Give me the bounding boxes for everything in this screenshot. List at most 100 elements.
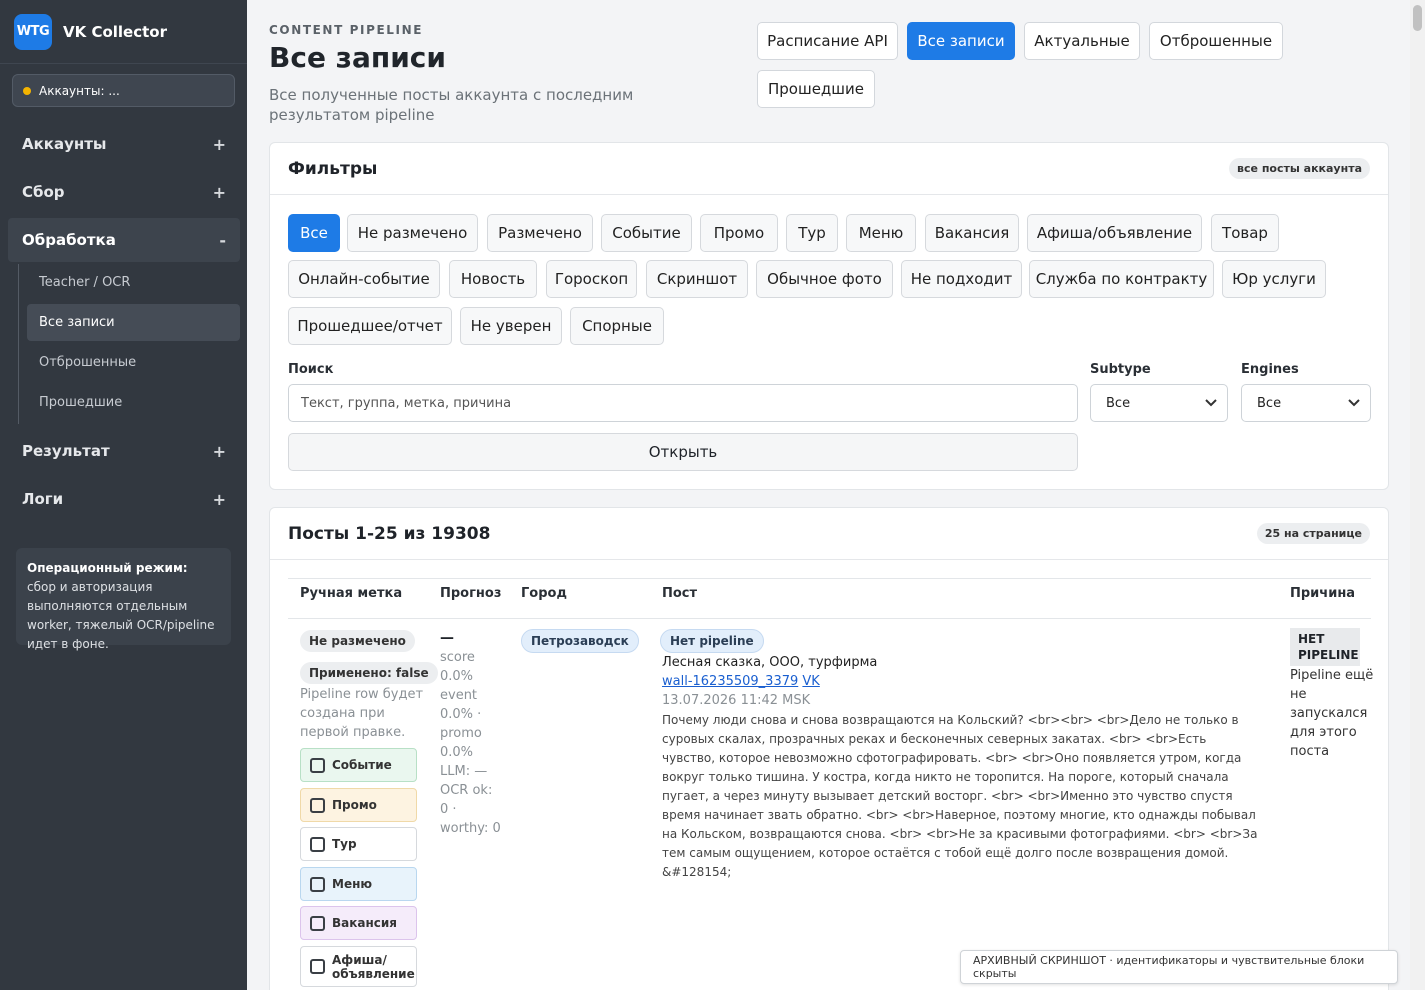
subnav-item-all-records[interactable]: Все записи (27, 304, 240, 341)
rejected-button[interactable]: Отброшенные (1149, 22, 1283, 60)
filter-chip-unlabeled[interactable]: Не размечено (347, 214, 478, 252)
label-checkbox-poster[interactable]: Афиша/ объявление (300, 946, 417, 987)
nav-section-label: Аккаунты (22, 135, 107, 153)
filter-chip-poster[interactable]: Афиша/объявление (1027, 214, 1202, 252)
collapse-icon: - (219, 230, 226, 250)
column-header-reason: Причина (1290, 586, 1356, 601)
subtype-label: Subtype (1090, 362, 1151, 377)
subtype-value: Все (1106, 395, 1131, 411)
filter-chip-tour[interactable]: Тур (786, 214, 838, 252)
subtype-select[interactable]: Все (1090, 384, 1228, 422)
label-checkbox-vacancy[interactable]: Вакансия (300, 906, 417, 940)
checkbox-icon (310, 959, 325, 974)
api-schedule-button[interactable]: Расписание API (757, 22, 898, 60)
subnav-item-rejected[interactable]: Отброшенные (27, 344, 240, 381)
filter-chip-contract-service[interactable]: Служба по контракту (1029, 260, 1214, 298)
forecast-line: score (440, 650, 475, 665)
scrollbar-thumb[interactable] (1413, 5, 1422, 31)
sidebar: WTG VK Collector Аккаунты: ... Аккаунты … (0, 0, 247, 990)
label-checkbox-tour[interactable]: Тур (300, 827, 417, 861)
posts-card: Посты 1-25 из 19308 25 на странице Ручна… (269, 507, 1389, 990)
per-page-badge: 25 на странице (1256, 523, 1370, 544)
archive-notice: АРХИВНЫЙ СКРИНШОТ · идентификаторы и чув… (960, 950, 1398, 984)
passed-button[interactable]: Прошедшие (757, 70, 875, 108)
filter-chip-event[interactable]: Событие (601, 214, 692, 252)
filter-chip-online-event[interactable]: Онлайн-событие (288, 260, 440, 298)
nav-section-label: Сбор (22, 183, 65, 201)
post-date: 13.07.2026 11:42 MSK (662, 693, 811, 708)
posts-title: Посты 1-25 из 19308 (288, 523, 491, 544)
engines-select[interactable]: Все (1241, 384, 1371, 422)
filter-chip-past-report[interactable]: Прошедшее/отчет (288, 307, 452, 345)
checkbox-label: Вакансия (332, 916, 398, 930)
filter-chip-not-fit[interactable]: Не подходит (901, 260, 1022, 298)
filter-chip-menu[interactable]: Меню (846, 214, 916, 252)
expand-icon: + (212, 134, 226, 154)
filters-title: Фильтры (288, 158, 378, 179)
expand-icon: + (212, 182, 226, 202)
filter-chip-legal-services[interactable]: Юр услуги (1222, 260, 1326, 298)
filter-chip-goods[interactable]: Товар (1211, 214, 1279, 252)
chevron-down-icon (1348, 399, 1360, 407)
filter-chip-news[interactable]: Новость (449, 260, 537, 298)
forecast-line: LLM: — (440, 764, 488, 779)
open-button[interactable]: Открыть (288, 433, 1078, 471)
subnav-item-passed[interactable]: Прошедшие (27, 384, 240, 421)
column-header-city: Город (521, 586, 567, 601)
expand-icon: + (212, 489, 226, 509)
filter-chip-all[interactable]: Все (288, 214, 340, 252)
nav-section-accounts[interactable]: Аккаунты + (8, 122, 240, 166)
nav-section-result[interactable]: Результат + (8, 429, 240, 473)
app-name: VK Collector (63, 22, 167, 41)
note-text: сбор и авторизация выполняются отдельным… (27, 580, 215, 651)
vk-link[interactable]: VK (802, 674, 819, 689)
nav-section-collect[interactable]: Сбор + (8, 170, 240, 214)
filter-chip-vacancy[interactable]: Вакансия (925, 214, 1019, 252)
forecast-line: 0.0% · (440, 707, 482, 722)
filter-chip-horoscope[interactable]: Гороскоп (546, 260, 637, 298)
checkbox-label: Афиша/ объявление (332, 952, 415, 981)
filter-chip-not-sure[interactable]: Не уверен (460, 307, 562, 345)
table-top-divider (288, 578, 1371, 579)
table-header-divider (288, 618, 1371, 619)
applied-tag: Применено: false (300, 662, 438, 684)
checkbox-icon (310, 797, 325, 813)
actual-button[interactable]: Актуальные (1024, 22, 1140, 60)
post-text: Почему люди снова и снова возвращаются н… (662, 713, 1258, 879)
filter-chip-screenshot[interactable]: Скриншот (646, 260, 748, 298)
account-selector-label: Аккаунты: ... (39, 83, 120, 98)
column-header-post: Пост (662, 586, 698, 601)
subnav-processing: Teacher / OCR Все записи Отброшенные Про… (18, 264, 240, 424)
page-subtitle: Все полученные посты аккаунта с последни… (269, 86, 634, 124)
wall-link[interactable]: wall-16235509_3379 (662, 674, 798, 689)
filters-header: Фильтры все посты аккаунта (270, 143, 1388, 195)
label-checkbox-menu[interactable]: Меню (300, 867, 417, 901)
nav-section-label: Результат (22, 442, 110, 460)
account-selector[interactable]: Аккаунты: ... (12, 74, 235, 107)
forecast-line: worthy: 0 (440, 821, 501, 836)
page-scrollbar[interactable] (1410, 0, 1425, 990)
nav-section-processing[interactable]: Обработка - (8, 218, 240, 262)
label-checkbox-event[interactable]: Событие (300, 748, 417, 782)
filter-chip-labeled[interactable]: Размечено (487, 214, 593, 252)
filter-chip-disputed[interactable]: Спорные (570, 307, 664, 345)
chevron-down-icon (1205, 399, 1217, 407)
all-records-button[interactable]: Все записи (907, 22, 1015, 60)
filters-scope-badge: все посты аккаунта (1229, 158, 1370, 179)
forecast-line: 0 · (440, 802, 457, 817)
expand-icon: + (212, 441, 226, 461)
subnav-item-teacher-ocr[interactable]: Teacher / OCR (27, 264, 240, 301)
posts-header: Посты 1-25 из 19308 25 на странице (270, 508, 1388, 560)
app-logo: WTG (14, 13, 52, 50)
filter-chip-promo[interactable]: Промо (700, 214, 778, 252)
forecast-line: 0.0% (440, 669, 474, 684)
label-checkbox-promo[interactable]: Промо (300, 788, 417, 822)
reason-text: Pipeline ещё не запускался для этого пос… (1290, 668, 1374, 759)
nav-section-logs[interactable]: Логи + (8, 477, 240, 521)
filter-chip-regular-photo[interactable]: Обычное фото (756, 260, 893, 298)
forecast-line: promo (440, 726, 482, 741)
pipeline-status-tag: Нет pipeline (660, 629, 764, 653)
page-kicker: CONTENT PIPELINE (269, 23, 424, 37)
search-input[interactable]: Текст, группа, метка, причина (288, 384, 1078, 422)
forecast-line: event (440, 688, 478, 703)
